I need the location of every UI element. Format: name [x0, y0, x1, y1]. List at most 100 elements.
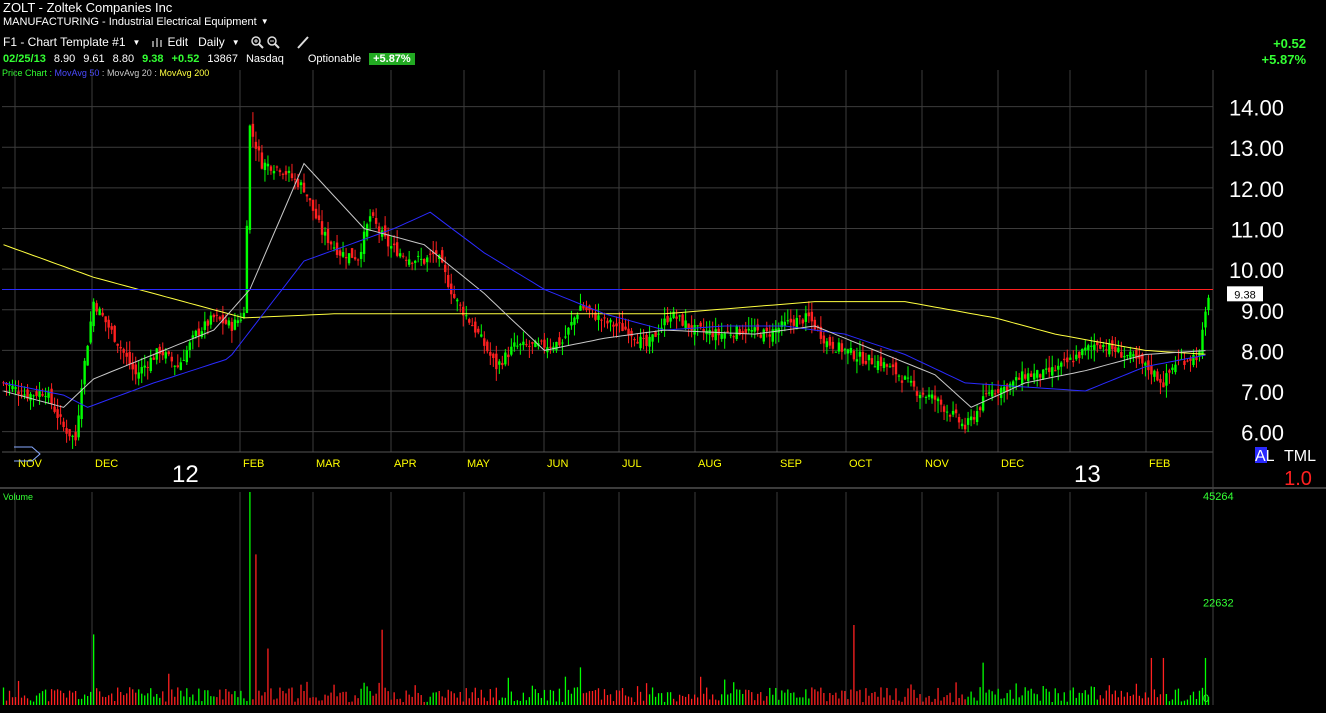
candle-body [957, 417, 961, 423]
candle-body [624, 326, 627, 330]
candle-body [990, 389, 994, 397]
candle-body [948, 415, 952, 417]
month-label: SEP [780, 458, 802, 470]
candle-body [921, 392, 925, 395]
candle-body [185, 350, 189, 363]
candle-body [1033, 373, 1036, 380]
candle-body [1075, 354, 1078, 360]
candle-body [831, 341, 835, 349]
candle-body [245, 225, 249, 314]
candle-body [495, 353, 498, 370]
candle-body [1162, 382, 1165, 388]
candle-body [915, 391, 919, 396]
month-label: DEC [95, 458, 118, 470]
candle-body [371, 212, 375, 216]
candle-body [404, 259, 408, 261]
candle-body [65, 428, 68, 434]
candle-body [110, 326, 113, 330]
candle-body [699, 322, 702, 327]
candle-body [612, 324, 615, 327]
candle-body [1063, 358, 1066, 361]
candle-body [1153, 370, 1156, 377]
candle-body [188, 342, 192, 351]
candle-body [834, 351, 838, 353]
candle-body [356, 259, 360, 261]
candle-body [522, 341, 525, 346]
candle-body [344, 257, 348, 259]
candle-body [657, 333, 660, 335]
candle-body [134, 364, 137, 375]
candle-body [1093, 344, 1096, 350]
candle-body [564, 336, 567, 338]
candle-body [203, 321, 207, 330]
candle-body [275, 166, 279, 168]
candle-body [38, 391, 41, 397]
month-label: MAR [316, 458, 341, 470]
candle-body [426, 257, 429, 263]
candle-body [74, 432, 77, 441]
candle-body [858, 351, 862, 357]
candle-body [507, 354, 510, 358]
candle-body [1011, 381, 1015, 388]
candle-body [401, 255, 405, 257]
candle-body [1207, 297, 1210, 311]
candle-body [675, 316, 678, 319]
candle-body [1174, 364, 1177, 373]
candle-body [1084, 347, 1087, 351]
candle-body [119, 346, 122, 349]
candle-body [519, 344, 522, 346]
candle-body [720, 333, 723, 339]
candle-body [1204, 311, 1207, 328]
candle-body [281, 173, 285, 175]
candle-body [639, 336, 642, 349]
candle-body [987, 392, 991, 394]
candle-body [104, 316, 107, 323]
candle-body [465, 315, 468, 317]
candle-body [251, 123, 255, 137]
candle-body [606, 320, 609, 324]
price-volume-chart[interactable]: 14.00 13.00 12.00 11.00 10.00 9.00 8.00 7.00 6.0… [0, 0, 1326, 713]
candle-body [320, 221, 324, 235]
candle-body [323, 231, 327, 236]
candle-body [86, 345, 89, 366]
candle-body [257, 146, 261, 151]
candle-body [374, 217, 378, 224]
candle-body [290, 173, 294, 179]
candle-body [813, 319, 817, 330]
candle-body [684, 320, 687, 329]
candle-body [855, 359, 859, 362]
candle-body [762, 329, 765, 342]
candle-body [525, 344, 528, 346]
candle-body [341, 252, 345, 257]
month-label: FEB [243, 458, 264, 470]
candle-body [260, 152, 264, 169]
month-label: OCT [849, 458, 873, 470]
candle-body [900, 380, 904, 383]
candle-body [302, 182, 306, 193]
candle-body [789, 318, 793, 323]
candle-body [516, 345, 519, 347]
candle-body [347, 253, 351, 264]
candle-body [392, 243, 396, 246]
candle-body [389, 246, 393, 249]
candle-body [1045, 368, 1048, 370]
candle-body [236, 320, 240, 324]
candle-body [122, 349, 125, 353]
candle-body [398, 253, 402, 257]
candle-body [1051, 367, 1054, 376]
candle-body [1126, 355, 1129, 357]
candle-body [573, 317, 576, 325]
candle-body [191, 335, 195, 338]
candle-body [56, 409, 59, 418]
candle-body [23, 394, 26, 396]
candle-body [377, 226, 381, 232]
candle-body [209, 315, 213, 325]
price-tick-label: 11.00 [1231, 217, 1284, 242]
candle-body [1048, 367, 1051, 373]
candle-body [888, 366, 892, 368]
candle-body [212, 314, 216, 318]
candle-body [453, 293, 456, 298]
candle-body [29, 393, 32, 401]
candle-body [963, 424, 967, 430]
candle-body [1192, 354, 1195, 365]
